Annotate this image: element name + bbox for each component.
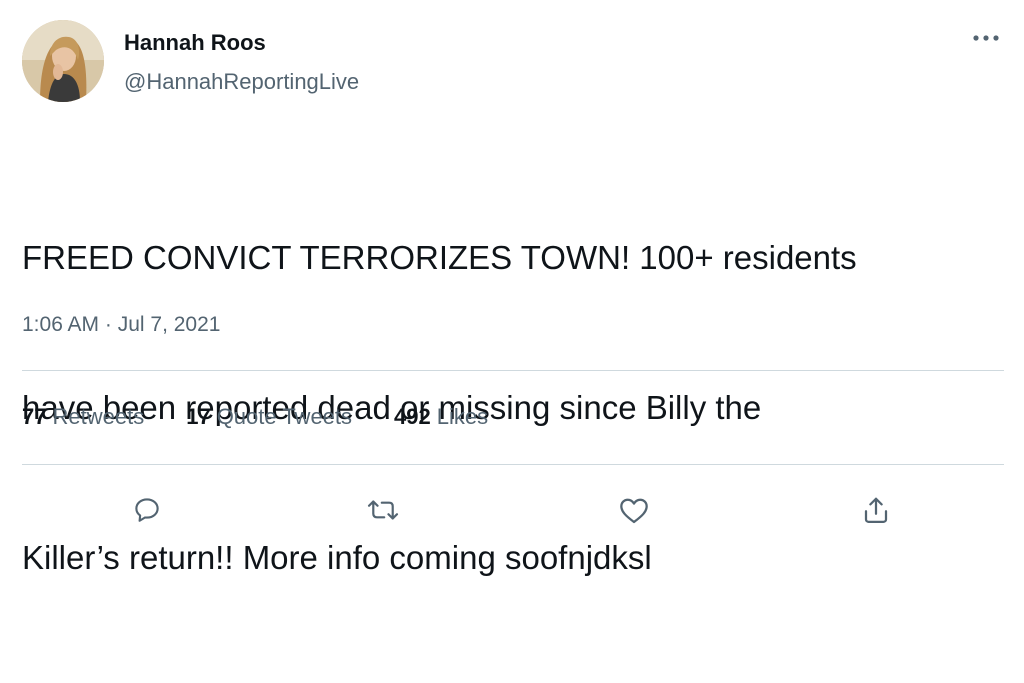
- tweet-text-line: FREED CONVICT TERRORIZES TOWN! 100+ resi…: [22, 239, 857, 276]
- tweet-timestamp[interactable]: 1:06 AM · Jul 7, 2021: [22, 313, 220, 337]
- quote-tweets-stat[interactable]: 17 Quote Tweets: [186, 404, 352, 430]
- like-button[interactable]: [614, 490, 654, 530]
- share-icon: [864, 497, 888, 523]
- like-heart-icon: [620, 498, 648, 524]
- reply-button[interactable]: [127, 490, 167, 530]
- engagement-stats: 77 Retweets 17 Quote Tweets 492 Likes: [22, 404, 530, 430]
- quote-tweets-label: Quote Tweets: [216, 404, 353, 429]
- divider: [22, 370, 1004, 371]
- retweet-button[interactable]: [363, 490, 403, 530]
- profile-photo-icon: [22, 20, 104, 102]
- more-options-button[interactable]: [968, 26, 1004, 50]
- reply-icon: [135, 498, 159, 522]
- likes-count: 492: [394, 404, 431, 429]
- display-name[interactable]: Hannah Roos: [124, 30, 266, 56]
- retweet-icon: [367, 500, 399, 520]
- retweets-count: 77: [22, 404, 47, 429]
- quote-tweets-count: 17: [186, 404, 211, 429]
- tweet-text-line: Killer’s return!! More info coming soofn…: [22, 539, 652, 576]
- ellipsis-icon: [973, 35, 999, 41]
- likes-stat[interactable]: 492 Likes: [394, 404, 488, 430]
- share-button[interactable]: [856, 490, 896, 530]
- tweet-card: Hannah Roos @HannahReportingLive FREED C…: [0, 0, 1024, 576]
- user-handle[interactable]: @HannahReportingLive: [124, 69, 359, 95]
- retweets-stat[interactable]: 77 Retweets: [22, 404, 144, 430]
- retweets-label: Retweets: [52, 404, 145, 429]
- avatar[interactable]: [22, 20, 104, 102]
- divider: [22, 464, 1004, 465]
- likes-label: Likes: [436, 404, 489, 429]
